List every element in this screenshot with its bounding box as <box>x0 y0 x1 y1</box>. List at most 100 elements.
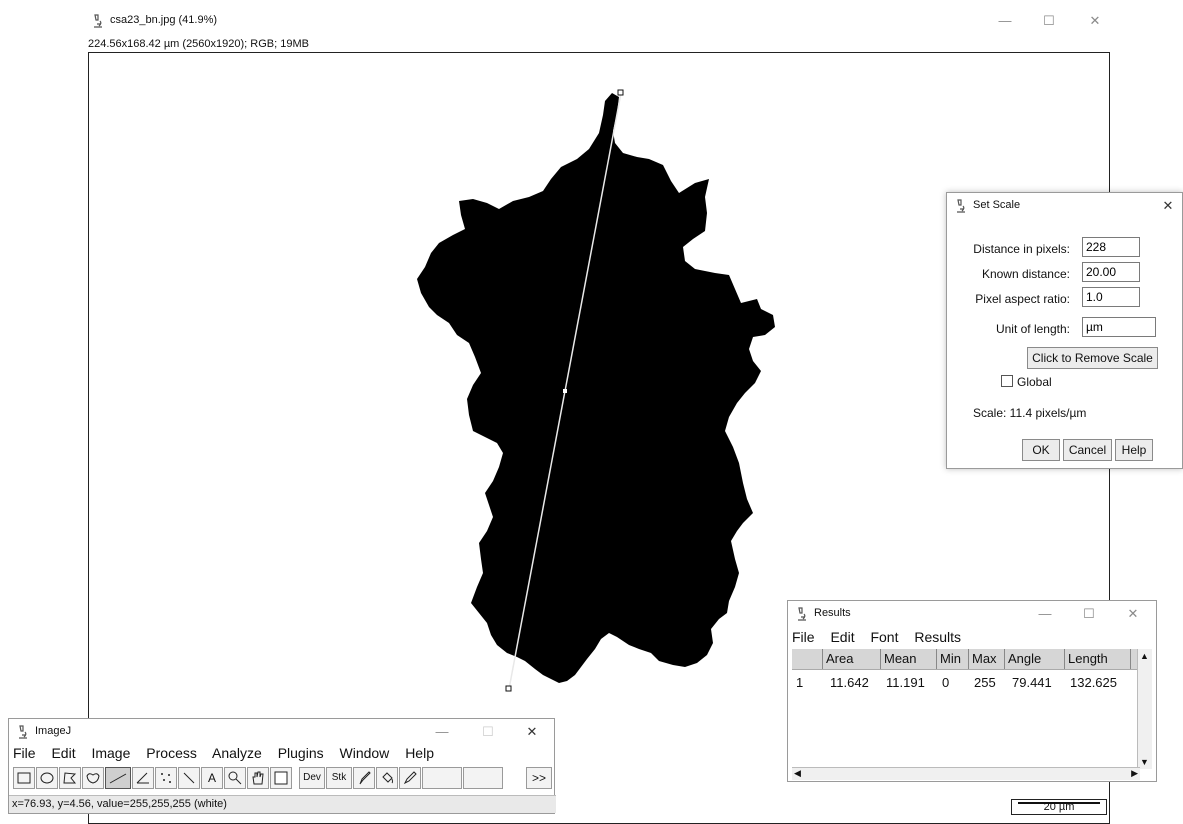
col-header-max[interactable]: Max <box>972 651 997 666</box>
stk-menu-button[interactable]: Stk <box>326 767 352 789</box>
table-row[interactable]: 1 11.642 11.191 0 255 79.441 132.625 <box>792 673 1140 693</box>
col-header-angle[interactable]: Angle <box>1008 651 1041 666</box>
straight-line-tool-icon[interactable] <box>105 767 131 789</box>
image-window-title: csa23_bn.jpg (41.9%) <box>110 14 218 26</box>
menu-process[interactable]: Process <box>146 745 197 761</box>
multi-point-tool-icon[interactable] <box>155 767 177 789</box>
angle-tool-icon[interactable] <box>132 767 154 789</box>
scroll-right-icon[interactable]: ▶ <box>1131 768 1138 779</box>
empty-tool-slot <box>463 767 503 789</box>
image-info-text: 224.56x168.42 µm (2560x1920); RGB; 19MB <box>88 38 309 50</box>
rectangle-tool-icon[interactable] <box>13 767 35 789</box>
col-header-min[interactable]: Min <box>940 651 961 666</box>
scroll-left-icon[interactable]: ◀ <box>794 768 801 779</box>
cell-index: 1 <box>796 675 804 690</box>
help-button[interactable]: Help <box>1115 439 1153 461</box>
imagej-microscope-icon <box>94 14 102 28</box>
menu-file[interactable]: File <box>792 629 815 645</box>
dev-menu-button[interactable]: Dev <box>299 767 325 789</box>
menu-analyze[interactable]: Analyze <box>212 745 262 761</box>
menu-image[interactable]: Image <box>91 745 130 761</box>
scale-bar: 20 µm <box>1011 799 1107 815</box>
global-label: Global <box>1017 375 1052 389</box>
imagej-microscope-icon <box>19 725 27 739</box>
results-window: Results — ☐ ✕ File Edit Font Results Are… <box>787 600 1157 782</box>
status-bar: x=76.93, y=4.56, value=255,255,255 (whit… <box>9 795 556 813</box>
imagej-title: ImageJ <box>35 725 72 737</box>
ok-button[interactable]: OK <box>1022 439 1060 461</box>
set-scale-titlebar[interactable]: Set Scale ✕ <box>947 193 1182 219</box>
scroll-down-icon[interactable]: ▼ <box>1140 757 1149 767</box>
known-distance-input[interactable] <box>1082 262 1140 282</box>
results-title: Results <box>814 607 851 619</box>
cell-min: 0 <box>942 675 950 690</box>
menu-file[interactable]: File <box>13 745 36 761</box>
oval-tool-icon[interactable] <box>36 767 58 789</box>
color-picker-tool-icon[interactable] <box>270 767 292 789</box>
menu-plugins[interactable]: Plugins <box>278 745 324 761</box>
wand-tool-icon[interactable] <box>178 767 200 789</box>
distance-input[interactable] <box>1082 237 1140 257</box>
pencil-tool-icon[interactable] <box>399 767 421 789</box>
cell-length: 132.625 <box>1070 675 1117 690</box>
menu-help[interactable]: Help <box>405 745 434 761</box>
horizontal-scrollbar[interactable]: ◀ ▶ <box>792 767 1140 780</box>
col-header-area[interactable]: Area <box>826 651 853 666</box>
magnifier-tool-icon[interactable] <box>224 767 246 789</box>
polygon-tool-icon[interactable] <box>59 767 81 789</box>
menu-edit[interactable]: Edit <box>51 745 75 761</box>
menu-edit[interactable]: Edit <box>830 629 854 645</box>
col-header-length[interactable]: Length <box>1068 651 1108 666</box>
imagej-titlebar[interactable]: ImageJ — ☐ ✕ <box>9 719 554 745</box>
minimize-button[interactable]: — <box>996 12 1014 30</box>
minimize-button[interactable]: — <box>433 723 451 741</box>
menu-window[interactable]: Window <box>340 745 390 761</box>
global-checkbox[interactable]: Global <box>1001 375 1052 389</box>
imagej-menubar: File Edit Image Process Analyze Plugins … <box>13 745 446 761</box>
remove-scale-button[interactable]: Click to Remove Scale <box>1027 347 1158 369</box>
vertical-scrollbar[interactable]: ▲ ▼ <box>1137 649 1152 769</box>
line-start-handle <box>617 89 624 96</box>
unit-input[interactable] <box>1082 317 1156 337</box>
hand-tool-icon[interactable] <box>247 767 269 789</box>
cell-max: 255 <box>974 675 996 690</box>
maximize-button[interactable]: ☐ <box>1080 605 1098 623</box>
results-menubar: File Edit Font Results <box>792 629 973 645</box>
menu-results[interactable]: Results <box>914 629 961 645</box>
text-tool-icon[interactable]: A <box>201 767 223 789</box>
cell-angle: 79.441 <box>1012 675 1052 690</box>
imagej-microscope-icon <box>957 199 965 213</box>
pixel-aspect-label: Pixel aspect ratio: <box>975 292 1070 306</box>
close-button[interactable]: ✕ <box>523 723 541 741</box>
empty-tool-slot <box>422 767 462 789</box>
distance-label: Distance in pixels: <box>973 242 1070 256</box>
imagej-microscope-icon <box>798 607 806 621</box>
menu-font[interactable]: Font <box>870 629 898 645</box>
col-header-mean[interactable]: Mean <box>884 651 917 666</box>
freehand-tool-icon[interactable] <box>82 767 104 789</box>
results-header: Area Mean Min Max Angle Length <box>792 649 1140 670</box>
flood-fill-tool-icon[interactable] <box>376 767 398 789</box>
close-button[interactable]: ✕ <box>1124 605 1142 623</box>
scale-text: Scale: 11.4 pixels/µm <box>973 406 1087 420</box>
known-distance-label: Known distance: <box>981 267 1070 281</box>
pixel-aspect-input[interactable] <box>1082 287 1140 307</box>
cancel-button[interactable]: Cancel <box>1063 439 1112 461</box>
minimize-button[interactable]: — <box>1036 605 1054 623</box>
set-scale-dialog: Set Scale ✕ Distance in pixels: Known di… <box>946 192 1183 469</box>
toolbar: A Dev Stk >> <box>13 767 553 791</box>
imagej-main-window: ImageJ — ☐ ✕ File Edit Image Process Ana… <box>8 718 556 814</box>
close-button[interactable]: ✕ <box>1159 197 1177 215</box>
scroll-up-icon[interactable]: ▲ <box>1140 651 1149 661</box>
set-scale-title: Set Scale <box>973 199 1021 211</box>
maximize-button[interactable]: ☐ <box>479 723 497 741</box>
unit-label: Unit of length: <box>995 322 1070 336</box>
cell-mean: 11.191 <box>886 675 925 690</box>
maximize-button[interactable]: ☐ <box>1040 12 1058 30</box>
line-mid-handle <box>563 389 567 393</box>
more-tools-button[interactable]: >> <box>526 767 552 789</box>
image-window-titlebar[interactable]: csa23_bn.jpg (41.9%) — ☐ ✕ <box>84 8 1115 34</box>
close-button[interactable]: ✕ <box>1086 12 1104 30</box>
results-titlebar[interactable]: Results — ☐ ✕ <box>788 601 1156 627</box>
brush-tool-icon[interactable] <box>353 767 375 789</box>
